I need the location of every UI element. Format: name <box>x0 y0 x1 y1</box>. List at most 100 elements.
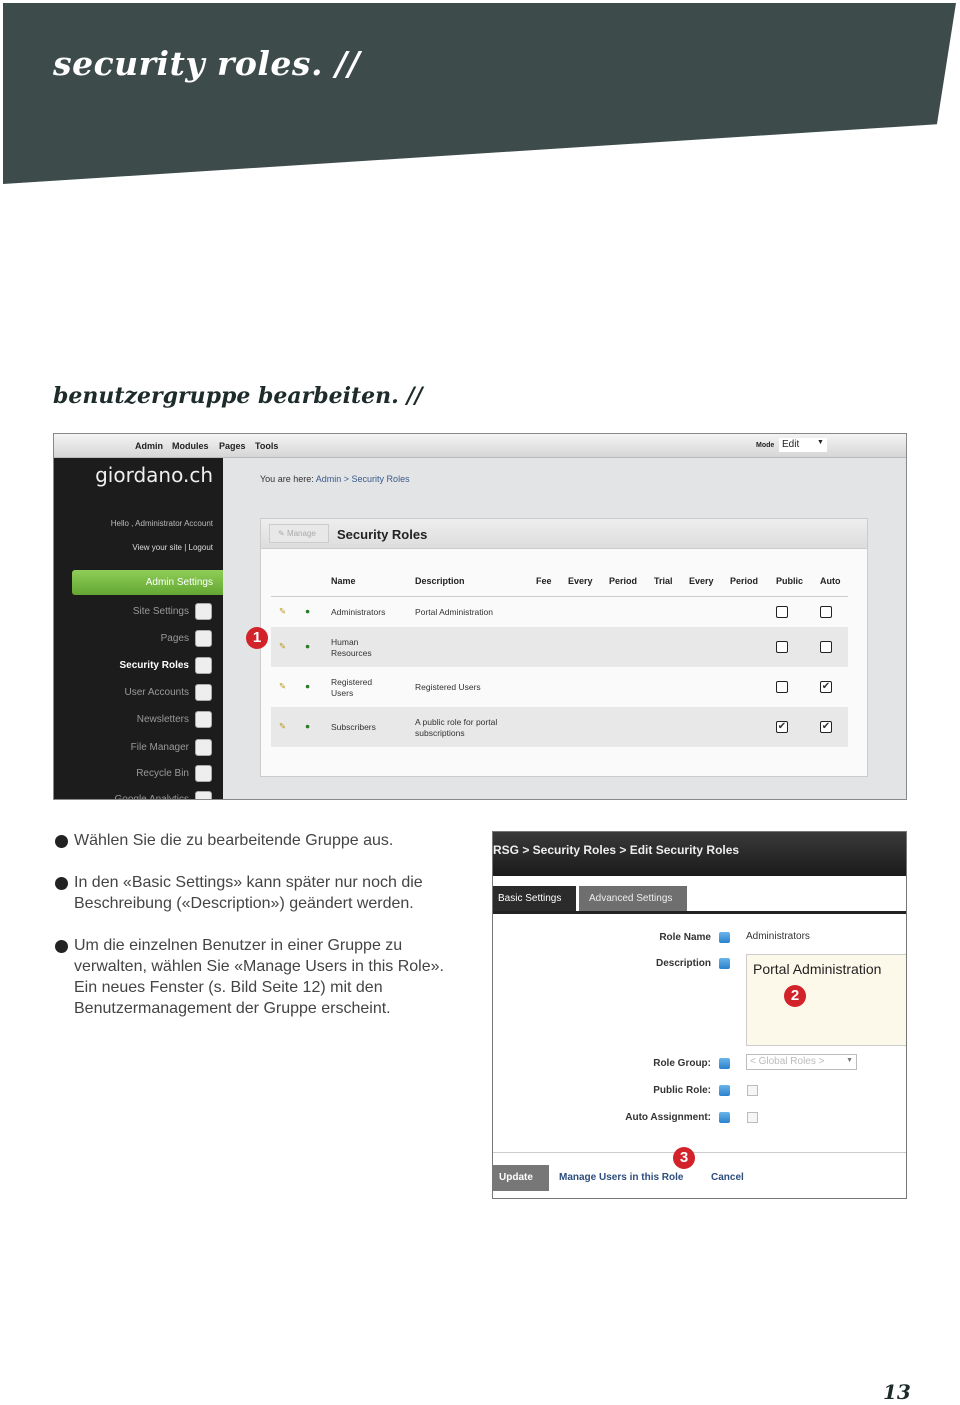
manage-button[interactable]: ✎ Manage <box>269 524 329 543</box>
role-description: Registered Users <box>415 682 481 692</box>
info-icon[interactable] <box>719 958 730 969</box>
hello-text: Hello , Administrator Account <box>110 519 213 528</box>
chevron-down-icon: ▼ <box>817 439 824 446</box>
users-icon[interactable]: ● <box>305 681 310 691</box>
chevron-down-icon: ▼ <box>846 1057 853 1064</box>
sidebar-item-newsletters[interactable]: Newsletters <box>54 710 212 728</box>
sidebar-item-google-analytics[interactable]: Google Analytics <box>54 790 212 799</box>
table-row[interactable]: ✎ ● Administrators Portal Administration <box>271 597 848 627</box>
menu-admin[interactable]: Admin <box>135 441 163 451</box>
edit-security-role-screenshot: RSG > Security Roles > Edit Security Rol… <box>492 831 907 1199</box>
section-title: benutzergruppe bearbeiten. // <box>53 383 423 409</box>
tab-advanced-settings[interactable]: Advanced Settings <box>579 886 687 911</box>
role-group-select[interactable]: < Global Roles > ▼ <box>746 1054 857 1070</box>
sidebar-item-recycle-bin[interactable]: Recycle Bin <box>54 764 212 782</box>
header-banner <box>3 3 956 184</box>
role-group-label: Role Group: <box>653 1058 711 1069</box>
cancel-link[interactable]: Cancel <box>711 1165 744 1191</box>
menu-pages[interactable]: Pages <box>219 441 246 451</box>
role-name[interactable]: Subscribers <box>331 722 391 733</box>
sidebar-item-pages[interactable]: Pages <box>54 629 212 647</box>
role-description: A public role for portal subscriptions <box>415 717 498 738</box>
column-header: Trial <box>654 576 673 586</box>
page-icon <box>195 629 212 647</box>
column-header: Public <box>776 576 804 586</box>
column-header: Fee <box>536 576 552 586</box>
role-name-value: Administrators <box>746 931 810 942</box>
breadcrumb-security-roles[interactable]: Security Roles <box>352 474 410 484</box>
info-icon[interactable] <box>719 932 730 943</box>
column-header: Auto <box>820 576 841 586</box>
note-number: 1 <box>49 835 68 848</box>
panel-title: Security Roles <box>337 527 428 542</box>
sidebar-item-user-accounts[interactable]: User Accounts <box>54 683 212 701</box>
auto-checkbox: ✔ <box>820 681 832 693</box>
public-role-checkbox[interactable] <box>747 1085 758 1096</box>
security-roles-panel: ✎ Manage Security Roles Name Description F… <box>260 518 868 777</box>
column-header: Description <box>415 576 465 586</box>
column-header: Period <box>609 576 638 586</box>
edit-icon[interactable]: ✎ <box>279 721 286 732</box>
sidebar-item-site-settings[interactable]: Site Settings <box>54 602 212 620</box>
role-name-label: Role Name <box>659 932 711 943</box>
tab-underline <box>493 911 906 914</box>
role-name[interactable]: Registered Users <box>331 677 391 699</box>
user-accounts-icon <box>195 683 212 701</box>
public-checkbox: ✔ <box>776 721 788 733</box>
newsletter-icon <box>195 710 212 728</box>
column-header: Period <box>730 576 759 586</box>
info-icon[interactable] <box>719 1112 730 1123</box>
google-analytics-icon <box>195 790 212 799</box>
manage-users-link[interactable]: Manage Users in this Role <box>559 1165 683 1191</box>
users-icon[interactable]: ● <box>305 641 310 651</box>
mode-label: Mode <box>756 442 775 449</box>
edit-icon[interactable]: ✎ <box>279 641 286 652</box>
auto-checkbox <box>820 641 832 653</box>
admin-menubar: Admin Modules Pages Tools Mode Edit ▼ <box>54 434 906 458</box>
edit-icon[interactable]: ✎ <box>279 681 286 692</box>
menu-modules[interactable]: Modules <box>172 441 209 451</box>
auto-checkbox: ✔ <box>820 721 832 733</box>
users-icon[interactable]: ● <box>305 721 310 731</box>
edit-icon[interactable]: ✎ <box>279 606 286 617</box>
sidebar-item-security-roles[interactable]: Security Roles <box>54 656 212 674</box>
breadcrumb: You are here: Admin > Security Roles <box>260 474 410 484</box>
note-number: 3 <box>49 940 68 953</box>
account-links[interactable]: View your site | Logout <box>132 543 213 552</box>
users-icon[interactable]: ● <box>305 606 310 616</box>
table-row[interactable]: ✎ ● Human Resources <box>271 627 848 667</box>
auto-assignment-label: Auto Assignment: <box>625 1112 711 1123</box>
breadcrumb-admin[interactable]: Admin <box>316 474 342 484</box>
divider <box>493 1152 906 1153</box>
update-button[interactable]: Update <box>493 1165 549 1191</box>
public-checkbox <box>776 681 788 693</box>
note-number: 2 <box>49 877 68 890</box>
page-number: 13 <box>883 1380 911 1404</box>
column-header: Name <box>331 576 356 586</box>
role-name[interactable]: Administrators <box>331 607 391 618</box>
edit-breadcrumb: RSG > Security Roles > Edit Security Rol… <box>493 832 906 876</box>
public-role-label: Public Role: <box>653 1085 711 1096</box>
role-name[interactable]: Human Resources <box>331 637 391 659</box>
column-header: Every <box>568 576 593 586</box>
auto-checkbox <box>820 606 832 618</box>
trash-icon <box>195 764 212 782</box>
info-icon[interactable] <box>719 1058 730 1069</box>
description-textarea[interactable]: Portal Administration <box>746 954 906 1046</box>
role-description: Portal Administration <box>415 607 493 617</box>
table-row[interactable]: ✎ ● Registered Users Registered Users ✔ <box>271 667 848 707</box>
tab-basic-settings[interactable]: Basic Settings <box>493 886 576 911</box>
auto-assignment-checkbox[interactable] <box>747 1112 758 1123</box>
table-row[interactable]: ✎ ● Subscribers A public role for portal… <box>271 707 848 747</box>
admin-settings-header[interactable]: Admin Settings <box>72 570 223 595</box>
sidebar-item-file-manager[interactable]: File Manager <box>54 738 212 756</box>
menu-tools[interactable]: Tools <box>255 441 278 451</box>
instruction-note: 2 In den «Basic Settings» kann später nur… <box>49 874 423 912</box>
mode-select[interactable]: Edit ▼ <box>779 438 827 452</box>
security-roles-icon <box>195 656 212 674</box>
marker-2: 2 <box>784 985 806 1007</box>
page-title: security roles. // <box>53 44 361 83</box>
info-icon[interactable] <box>719 1085 730 1096</box>
column-header: Every <box>689 576 714 586</box>
site-settings-icon <box>195 602 212 620</box>
